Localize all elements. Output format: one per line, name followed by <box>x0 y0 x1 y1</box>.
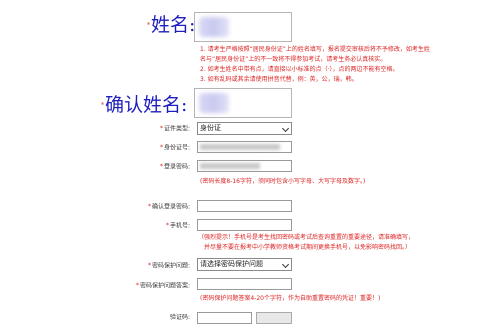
confirm-name-field[interactable] <box>194 88 292 118</box>
id-number-label-text: 身份证号: <box>163 144 190 152</box>
name-note-line: 1. 请考生严格按照“居民身份证”上的姓名填写，报名提交审核后将不予修改，如考生… <box>200 46 430 53</box>
required-mark: * <box>165 222 169 229</box>
confirm-password-input[interactable] <box>197 200 292 212</box>
password-label: *登录密码: <box>100 162 190 173</box>
required-mark: * <box>147 203 151 210</box>
security-answer-label: *密码保护问题答案: <box>100 281 190 292</box>
id-type-label-text: 证件类型: <box>163 125 190 133</box>
captcha-input[interactable] <box>197 312 252 324</box>
id-type-label: *证件类型: <box>100 124 190 135</box>
confirm-name-label: *确认姓名: <box>101 94 187 117</box>
password-note: (密码长度8-16字符，须同时包含小写字母、大写字母及数字。) <box>200 178 366 185</box>
name-field-blurred-value <box>199 17 229 37</box>
phone-note-line: 并尽量不要在报考中小学教师资格考试期间更换手机号，以免影响密码找回。） <box>204 244 412 251</box>
confirm-name-field-blurred-value <box>199 93 229 113</box>
security-answer-input[interactable] <box>197 278 292 290</box>
name-notes: 1. 请考生严格按照“居民身份证”上的姓名填写，报名提交审核后将不予修改，如考生… <box>200 45 480 85</box>
required-mark: * <box>147 22 150 29</box>
required-mark: * <box>159 163 163 170</box>
required-mark: * <box>101 102 104 109</box>
security-answer-label-text: 密码保护问题答案: <box>139 282 190 290</box>
chevron-down-icon <box>281 260 290 269</box>
name-label: *姓名: <box>147 14 195 37</box>
name-note-line: 名与“居民身份证”上的不一致将不得参加考试，请考生务必认真核实。 <box>200 56 387 63</box>
required-mark: * <box>159 125 163 132</box>
answer-note: (密码保护问题答案4-20个字符，作为自助重置密码的凭证！重要！) <box>200 295 381 302</box>
confirm-password-label: *确认登录密码: <box>100 202 190 213</box>
security-question-select-value: 请选择密码保护问题 <box>200 260 263 268</box>
chevron-down-icon <box>281 124 290 133</box>
name-label-text: 姓名: <box>151 14 196 36</box>
phone-label: *手机号: <box>100 221 190 232</box>
password-label-text: 登录密码: <box>163 163 190 171</box>
id-number-blurred-value <box>200 144 280 150</box>
confirm-name-label-text: 确认姓名: <box>105 94 188 116</box>
security-question-select[interactable]: 请选择密码保护问题 <box>197 258 292 271</box>
required-mark: * <box>159 144 163 151</box>
phone-input[interactable] <box>197 219 292 231</box>
name-field[interactable] <box>194 12 292 42</box>
password-input[interactable] <box>197 160 292 172</box>
phone-label-text: 手机号: <box>169 222 190 230</box>
required-mark: * <box>135 282 139 289</box>
security-question-label: *密码保护问题: <box>100 261 190 272</box>
captcha-image[interactable] <box>256 312 292 324</box>
phone-note-line: （强烈提示！手机号是考生找回密码或考试后查询重置的重要途径，请准确填写， <box>198 234 415 241</box>
name-note-line: 2. 如考生姓名中带有点，请直接以小标准的点（·），点的两边不能有空格。 <box>200 66 399 73</box>
id-type-select-value: 身份证 <box>200 124 221 132</box>
confirm-password-label-text: 确认登录密码: <box>151 203 190 211</box>
captcha-label: 验证码: <box>100 313 190 323</box>
name-note-line: 3. 如有乱码或其余请使用拼音代替，例：英，公，瑞，韩。 <box>200 76 358 83</box>
password-masked-value <box>200 163 260 169</box>
id-type-select[interactable]: 身份证 <box>197 122 292 135</box>
security-question-label-text: 密码保护问题: <box>151 262 190 270</box>
phone-note: （强烈提示！手机号是考生找回密码或考试后查询重置的重要途径，请准确填写， 并尽量… <box>198 233 480 253</box>
id-number-input[interactable] <box>197 141 292 153</box>
id-number-label: *身份证号: <box>100 143 190 154</box>
required-mark: * <box>147 262 151 269</box>
